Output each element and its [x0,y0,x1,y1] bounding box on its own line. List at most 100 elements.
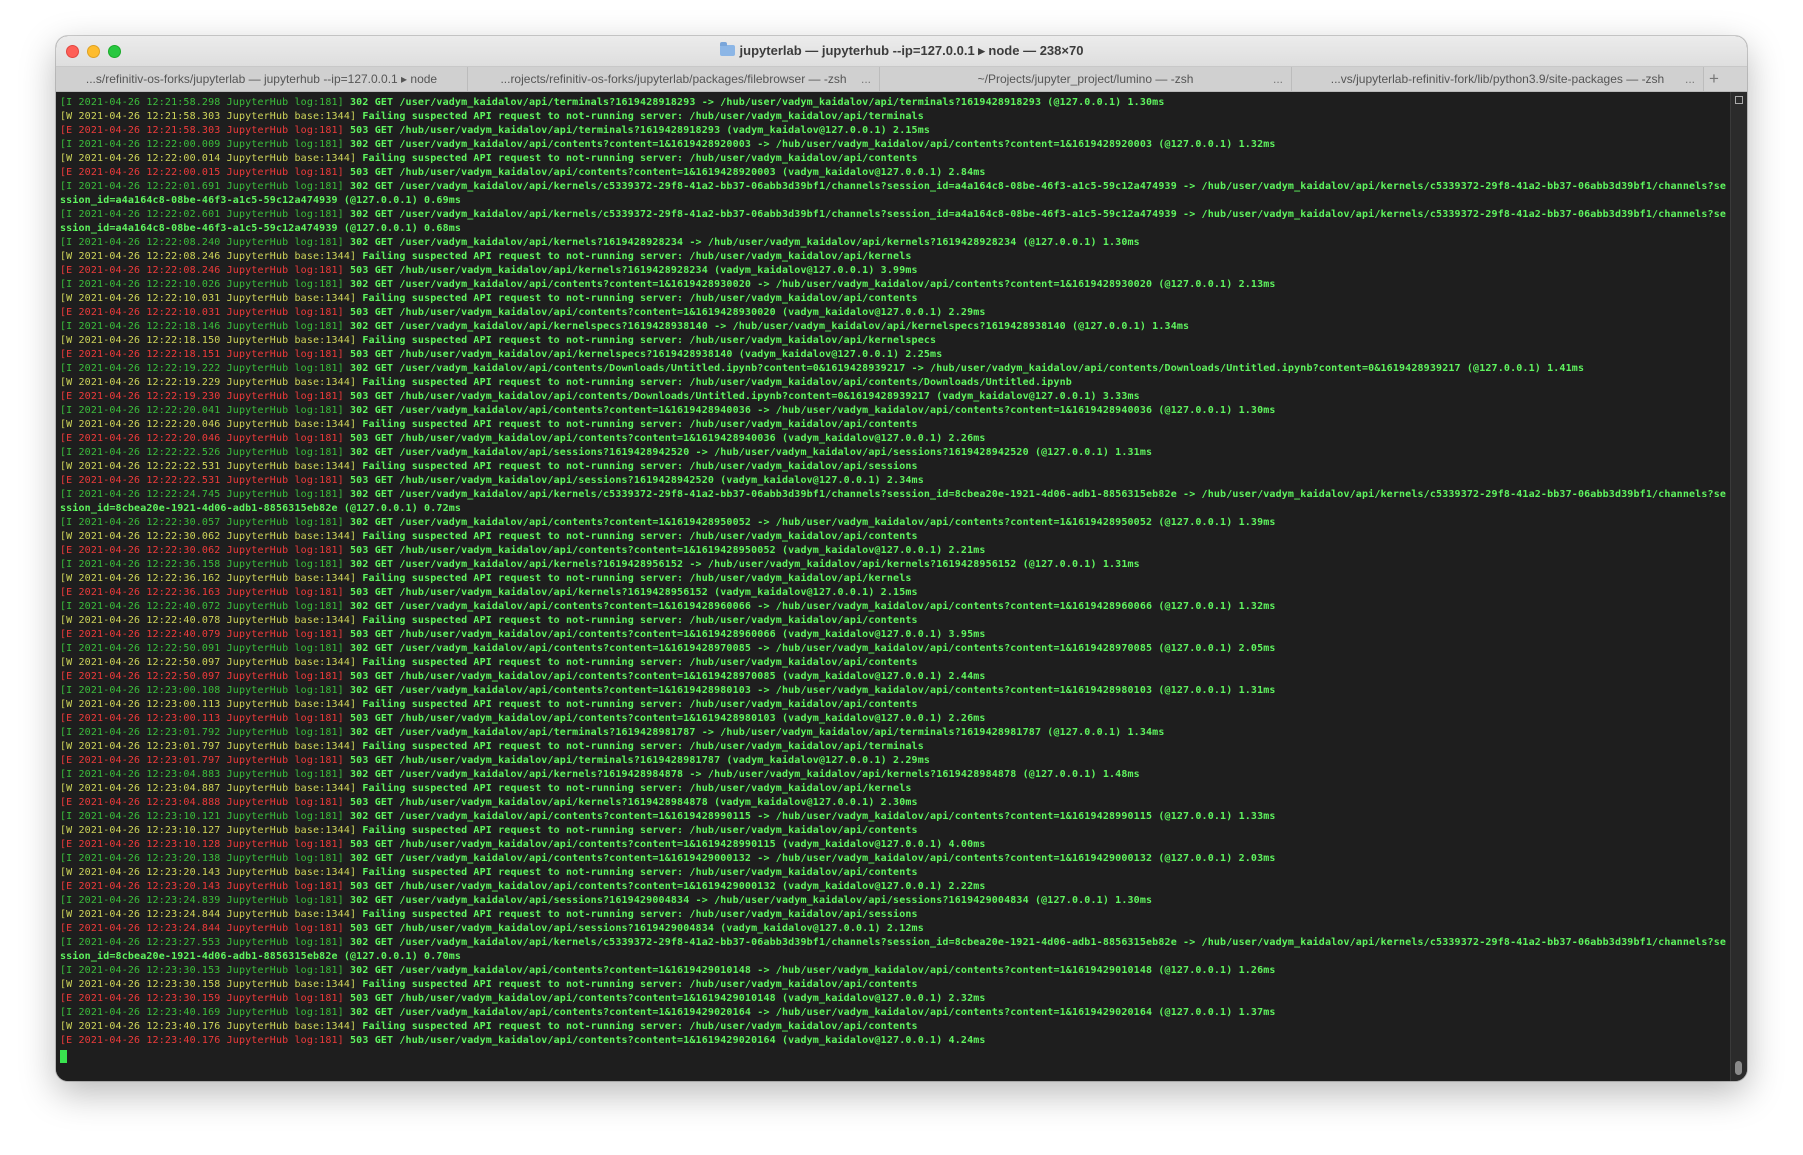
log-message: 503 GET /hub/user/vadym_kaidalov/api/con… [343,307,986,318]
log-prefix: [E 2021-04-26 12:23:01.797 JupyterHub lo… [60,755,344,766]
scroll-thumb[interactable] [1735,1061,1742,1075]
log-line: [W 2021-04-26 12:23:00.113 JupyterHub ba… [60,698,1731,712]
log-line: [I 2021-04-26 12:23:27.553 JupyterHub lo… [60,936,1731,964]
log-line: [W 2021-04-26 12:21:58.303 JupyterHub ba… [60,110,1731,124]
log-line: [E 2021-04-26 12:22:40.079 JupyterHub lo… [60,628,1731,642]
log-prefix: [I 2021-04-26 12:23:01.792 JupyterHub lo… [60,727,344,738]
log-line: [E 2021-04-26 12:23:04.888 JupyterHub lo… [60,796,1731,810]
log-prefix: [I 2021-04-26 12:22:22.526 JupyterHub lo… [60,447,344,458]
log-message: 503 GET /hub/user/vadym_kaidalov/api/ter… [343,125,931,136]
log-message: Failing suspected API request to not-run… [356,531,918,542]
log-line: [W 2021-04-26 12:23:30.158 JupyterHub ba… [60,978,1731,992]
log-prefix: [I 2021-04-26 12:23:24.839 JupyterHub lo… [60,895,344,906]
log-line: [E 2021-04-26 12:22:18.151 JupyterHub lo… [60,348,1731,362]
log-line: [I 2021-04-26 12:22:36.158 JupyterHub lo… [60,558,1731,572]
log-message: 503 GET /hub/user/vadym_kaidalov/api/ter… [343,755,931,766]
log-line: [E 2021-04-26 12:23:10.128 JupyterHub lo… [60,838,1731,852]
log-line: [I 2021-04-26 12:22:08.240 JupyterHub lo… [60,236,1731,250]
log-prefix: [I 2021-04-26 12:22:10.026 JupyterHub lo… [60,279,344,290]
log-message: Failing suspected API request to not-run… [356,293,918,304]
log-line: [E 2021-04-26 12:22:22.531 JupyterHub lo… [60,474,1731,488]
log-message: 503 GET /hub/user/vadym_kaidalov/api/ses… [343,923,924,934]
window-title: jupyterlab — jupyterhub --ip=127.0.0.1 ▸… [56,42,1747,59]
log-line: [W 2021-04-26 12:22:00.014 JupyterHub ba… [60,152,1731,166]
log-line: [W 2021-04-26 12:23:40.176 JupyterHub ba… [60,1020,1731,1034]
window-title-text: jupyterlab — jupyterhub --ip=127.0.0.1 ▸… [739,43,1084,58]
log-message: 302 GET /user/vadym_kaidalov/api/content… [343,517,1276,528]
prompt-line[interactable] [60,1048,1731,1064]
log-message: 503 GET /hub/user/vadym_kaidalov/api/con… [343,545,986,556]
log-message: 302 GET /user/vadym_kaidalov/api/kernels… [343,769,1140,780]
log-message: 503 GET /hub/user/vadym_kaidalov/api/ker… [343,265,918,276]
log-prefix: [W 2021-04-26 12:22:20.046 JupyterHub ba… [60,419,357,430]
log-message: 503 GET /hub/user/vadym_kaidalov/api/ses… [343,475,924,486]
log-line: [W 2021-04-26 12:22:22.531 JupyterHub ba… [60,460,1731,474]
log-prefix: [E 2021-04-26 12:22:22.531 JupyterHub lo… [60,475,344,486]
tab-label: ~/Projects/jupyter_project/lumino — -zsh [977,72,1194,86]
log-line: [W 2021-04-26 12:22:50.097 JupyterHub ba… [60,656,1731,670]
log-prefix: [W 2021-04-26 12:22:40.078 JupyterHub ba… [60,615,357,626]
log-prefix: [I 2021-04-26 12:22:20.041 JupyterHub lo… [60,405,344,416]
log-line: [W 2021-04-26 12:22:40.078 JupyterHub ba… [60,614,1731,628]
log-prefix: [E 2021-04-26 12:22:30.062 JupyterHub lo… [60,545,344,556]
log-prefix: [I 2021-04-26 12:22:30.057 JupyterHub lo… [60,517,344,528]
log-line: [I 2021-04-26 12:23:24.839 JupyterHub lo… [60,894,1731,908]
log-line: [W 2021-04-26 12:22:19.229 JupyterHub ba… [60,376,1731,390]
log-message: 302 GET /user/vadym_kaidalov/api/session… [343,895,1153,906]
log-message: 503 GET /hub/user/vadym_kaidalov/api/con… [343,671,986,682]
log-message: 302 GET /user/vadym_kaidalov/api/termina… [343,97,1165,108]
new-tab-button[interactable]: + [1704,67,1724,91]
log-message: 302 GET /user/vadym_kaidalov/api/content… [343,965,1276,976]
log-message: 302 GET /user/vadym_kaidalov/api/content… [343,685,1276,696]
log-prefix: [W 2021-04-26 12:22:08.246 JupyterHub ba… [60,251,357,262]
log-line: [I 2021-04-26 12:22:19.222 JupyterHub lo… [60,362,1731,376]
log-prefix: [E 2021-04-26 12:22:00.015 JupyterHub lo… [60,167,344,178]
tab-label: ...vs/jupyterlab-refinitiv-fork/lib/pyth… [1330,72,1665,86]
log-line: [E 2021-04-26 12:22:08.246 JupyterHub lo… [60,264,1731,278]
log-prefix: [E 2021-04-26 12:22:36.163 JupyterHub lo… [60,587,344,598]
tab-overflow-icon: ... [860,72,871,86]
log-message: 503 GET /hub/user/vadym_kaidalov/api/con… [343,993,986,1004]
log-prefix: [W 2021-04-26 12:23:24.844 JupyterHub ba… [60,909,357,920]
log-prefix: [W 2021-04-26 12:23:04.887 JupyterHub ba… [60,783,357,794]
log-message: Failing suspected API request to not-run… [356,377,1072,388]
log-line: [I 2021-04-26 12:22:20.041 JupyterHub lo… [60,404,1731,418]
log-message: 302 GET /user/vadym_kaidalov/api/content… [343,363,1585,374]
tab-lumino[interactable]: ~/Projects/jupyter_project/lumino — -zsh… [880,67,1292,91]
log-line: [E 2021-04-26 12:23:30.159 JupyterHub lo… [60,992,1731,1006]
log-prefix: [I 2021-04-26 12:23:10.121 JupyterHub lo… [60,811,344,822]
log-prefix: [I 2021-04-26 12:22:00.009 JupyterHub lo… [60,139,344,150]
terminal-output[interactable]: [I 2021-04-26 12:21:58.298 JupyterHub lo… [56,92,1731,1081]
log-prefix: [I 2021-04-26 12:22:18.146 JupyterHub lo… [60,321,344,332]
scrollbar[interactable] [1730,92,1747,1081]
tab-filebrowser[interactable]: ...rojects/refinitiv-os-forks/jupyterlab… [468,67,880,91]
log-line: [W 2021-04-26 12:23:24.844 JupyterHub ba… [60,908,1731,922]
log-prefix: [E 2021-04-26 12:23:10.128 JupyterHub lo… [60,839,344,850]
tab-jupyterhub[interactable]: ...s/refinitiv-os-forks/jupyterlab — jup… [56,67,468,91]
log-message: Failing suspected API request to not-run… [356,251,912,262]
log-prefix: [W 2021-04-26 12:23:10.127 JupyterHub ba… [60,825,357,836]
log-message: 503 GET /hub/user/vadym_kaidalov/api/ker… [343,587,918,598]
tab-site-packages[interactable]: ...vs/jupyterlab-refinitiv-fork/lib/pyth… [1292,67,1704,91]
log-line: [W 2021-04-26 12:23:10.127 JupyterHub ba… [60,824,1731,838]
log-line: [I 2021-04-26 12:23:00.108 JupyterHub lo… [60,684,1731,698]
log-message: 302 GET /user/vadym_kaidalov/api/termina… [343,727,1165,738]
log-prefix: [W 2021-04-26 12:23:40.176 JupyterHub ba… [60,1021,357,1032]
log-message: Failing suspected API request to not-run… [356,867,918,878]
log-prefix: [W 2021-04-26 12:22:36.162 JupyterHub ba… [60,573,357,584]
log-line: [I 2021-04-26 12:22:24.745 JupyterHub lo… [60,488,1731,516]
tab-overflow-icon: ... [1684,72,1695,86]
log-line: [W 2021-04-26 12:23:01.797 JupyterHub ba… [60,740,1731,754]
log-prefix: [I 2021-04-26 12:22:50.091 JupyterHub lo… [60,643,344,654]
log-line: [E 2021-04-26 12:22:36.163 JupyterHub lo… [60,586,1731,600]
log-prefix: [E 2021-04-26 12:23:24.844 JupyterHub lo… [60,923,344,934]
log-prefix: [W 2021-04-26 12:23:00.113 JupyterHub ba… [60,699,357,710]
log-line: [W 2021-04-26 12:22:20.046 JupyterHub ba… [60,418,1731,432]
log-message: Failing suspected API request to not-run… [356,615,918,626]
log-line: [E 2021-04-26 12:23:01.797 JupyterHub lo… [60,754,1731,768]
log-prefix: [W 2021-04-26 12:23:30.158 JupyterHub ba… [60,979,357,990]
log-line: [I 2021-04-26 12:23:10.121 JupyterHub lo… [60,810,1731,824]
log-line: [I 2021-04-26 12:22:30.057 JupyterHub lo… [60,516,1731,530]
log-prefix: [I 2021-04-26 12:23:00.108 JupyterHub lo… [60,685,344,696]
log-message: 503 GET /hub/user/vadym_kaidalov/api/con… [343,433,986,444]
